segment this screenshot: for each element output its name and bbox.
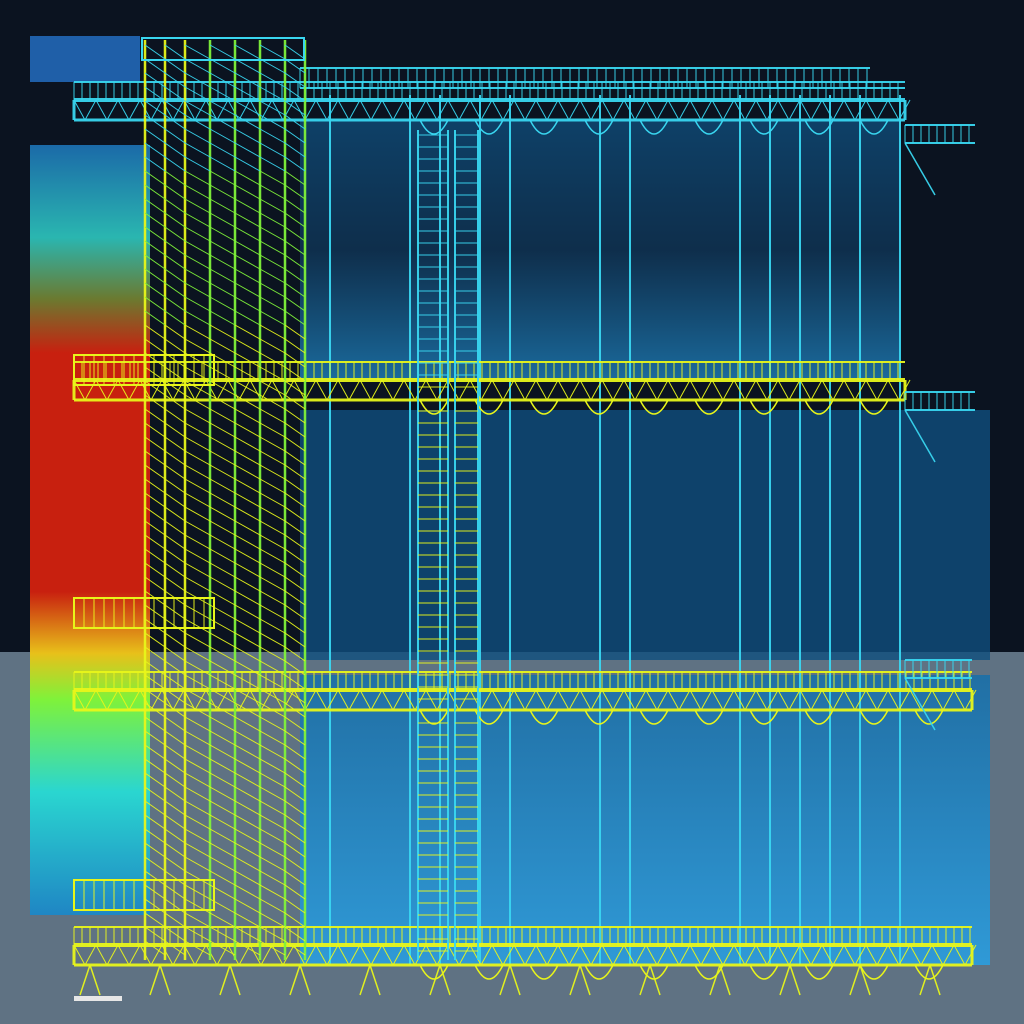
heat-block-top — [30, 36, 140, 82]
scaffold-render — [0, 0, 1024, 1024]
scaffold-scene — [0, 0, 1024, 1024]
scale-bar — [74, 996, 122, 1001]
back-panel-middle — [300, 410, 990, 660]
heat-map-strip — [30, 145, 150, 915]
